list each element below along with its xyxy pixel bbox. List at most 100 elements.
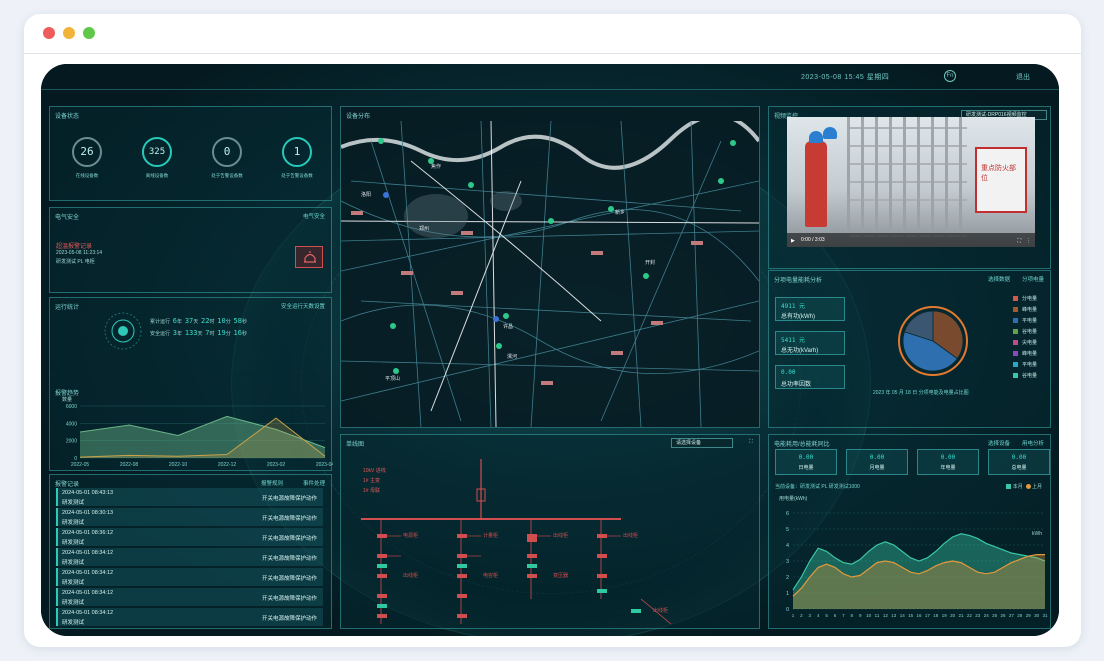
x-tick-label: 11 <box>875 613 880 618</box>
y-tick-label: 3 <box>786 559 789 565</box>
legend-swatch <box>1013 296 1018 302</box>
device-status-panel: 设备状态 26 在线设备数 325 离线设备数 0 处于告警设备数 1 处于告警… <box>49 106 332 201</box>
legend-swatch <box>1013 340 1018 346</box>
more-icon[interactable]: ⋮ <box>1026 238 1031 244</box>
panel-title: 设备状态 <box>55 114 80 120</box>
play-icon[interactable]: ▶ <box>791 238 795 244</box>
x-tick-label: 14 <box>900 613 906 618</box>
power-distribution-panel: 分项电量能耗分析 选择数据 分项电量 4911 元总有功(kWh) 5411 元… <box>768 270 1051 428</box>
maximize-dot[interactable] <box>83 27 95 39</box>
electric-safety-link[interactable]: 电气安全 <box>303 212 325 220</box>
map-label: 平顶山 <box>385 376 401 382</box>
feeder-label: 出线柜 <box>653 608 669 614</box>
ring-label: 处于告警设备数 <box>211 173 243 178</box>
map-label: 许昌 <box>503 324 514 330</box>
legend-item[interactable]: 峰电量 <box>1013 306 1037 313</box>
x-tick-label: 16 <box>916 613 922 618</box>
select-data-link[interactable]: 选择数据 <box>988 275 1010 283</box>
feeder-label: 出线柜 <box>553 533 569 539</box>
ring-label: 处于告警设备数 <box>281 173 313 178</box>
daily-energy-kpi: 0.00 日电量 <box>775 449 837 475</box>
panel-title: 设备分布 <box>346 114 371 120</box>
x-tick-label: 17 <box>925 613 931 618</box>
event-handle-link[interactable]: 事件处理 <box>303 479 325 487</box>
power-factor-stat: 0.00 总功率因数 <box>775 365 845 389</box>
single-line-diagram[interactable] <box>341 449 759 629</box>
panel-title: 电气安全 <box>55 215 80 221</box>
x-tick-label: 13 <box>891 613 897 618</box>
legend-item[interactable]: 平电量 <box>1013 317 1037 324</box>
legend-item[interactable]: 分电量 <box>1013 295 1037 302</box>
y-tick-label: 4 <box>786 543 789 549</box>
alarm-bell-button[interactable] <box>295 246 323 268</box>
legend-swatch <box>1013 318 1018 324</box>
alarm-records-panel: 报警记录 报警规则 事件处理 2024-05-01 08:43:13 研发测试 开关… <box>49 474 332 629</box>
legend-item[interactable]: 平电量 <box>1013 361 1037 368</box>
legend-item[interactable]: 谷电量 <box>1013 372 1037 379</box>
alarm-record-row[interactable]: 2024-05-01 08:34:12 研发测试 开关电源故障保护动作 <box>56 608 323 626</box>
reactive-power-stat: 5411 元总无功(kVarh) <box>775 331 845 355</box>
y-tick-label: 1 <box>786 591 789 597</box>
select-device-link[interactable]: 选择设备 <box>988 439 1010 447</box>
alarm-record-row[interactable]: 2024-05-01 08:43:13 研发测试 开关电源故障保护动作 <box>56 488 323 506</box>
fullscreen-icon[interactable]: ⛶ <box>749 439 753 446</box>
ring-label: 离线设备数 <box>145 173 169 178</box>
x-tick-label: 15 <box>908 613 914 618</box>
ring-label: 在线设备数 <box>75 173 99 178</box>
x-tick-label: 19 <box>942 613 948 618</box>
video-player[interactable]: 重点防火部位 ▶ 0:00 / 3:03 ⛶ ⋮ <box>787 117 1035 247</box>
dashboard-screen: 2023-05-08 15:45 星期四 Fn 退出 设备状态 26 在线设备数… <box>41 64 1059 636</box>
x-tick-label: 2022-08 <box>120 462 139 468</box>
feeder-label: 变压器 <box>553 573 569 579</box>
pie-legend: 分电量 峰电量 平电量 谷电量 尖电量 峰电量 平电量 谷电量 <box>1013 295 1049 385</box>
x-tick-label: 28 <box>1017 613 1023 618</box>
fullscreen-icon[interactable]: ⛶ <box>1017 238 1021 244</box>
single-line-panel: 单线图 请选择设备 ⛶ 10kV 进线 1# 主变 1# 母联 电源柜 计量柜 … <box>340 434 760 629</box>
cumulative-run-row: 累计运行 6年 37天 22时 10分 58秒 <box>150 317 247 325</box>
legend-label: 平电量 <box>1022 362 1038 368</box>
legend-swatch <box>1013 373 1018 379</box>
feeder-label: 出线柜 <box>403 573 419 579</box>
x-tick-label: 27 <box>1009 613 1015 618</box>
x-tick-label: 26 <box>1000 613 1006 618</box>
x-tick-label: 2023-04 <box>316 462 333 468</box>
map-label: 洛阳 <box>361 192 372 198</box>
alarm-record-row[interactable]: 2024-05-01 08:34:12 研发测试 开关电源故障保护动作 <box>56 568 323 586</box>
date-time: 2023-05-08 15:45 星期四 <box>801 74 890 81</box>
alarm-record-row[interactable]: 2024-05-01 08:34:12 研发测试 开关电源故障保护动作 <box>56 588 323 606</box>
x-tick-label: 2023-02 <box>267 462 286 468</box>
x-tick-label: 18 <box>933 613 939 618</box>
x-tick-label: 5 <box>825 613 828 618</box>
alarm-rules-link[interactable]: 报警规则 <box>261 479 283 487</box>
logout-link[interactable]: 退出 <box>1016 72 1030 82</box>
fire-warning-sign: 重点防火部位 <box>981 165 1016 182</box>
device-select[interactable]: 请选择设备 <box>671 438 733 448</box>
alarm-record-row[interactable]: 2024-05-01 08:34:12 研发测试 开关电源故障保护动作 <box>56 548 323 566</box>
alarm-record-row[interactable]: 2024-05-01 08:30:13 研发测试 开关电源故障保护动作 <box>56 508 323 526</box>
close-dot[interactable] <box>43 27 55 39</box>
panel-title: 运行统计 <box>55 305 80 311</box>
power-analysis-link[interactable]: 用电分析 <box>1022 439 1044 447</box>
y-axis-label: 用电量(kWh) <box>779 496 808 502</box>
map-label: 漯河 <box>507 354 518 360</box>
safe-days-setting-link[interactable]: 安全运行天数设置 <box>281 302 325 310</box>
y-tick-label: 0 <box>786 607 789 613</box>
video-time: 0:00 / 3:03 <box>801 237 825 243</box>
panel-title: 电能耗用/总能耗同比 <box>774 442 830 448</box>
alarm-device: 研发测试 PL 电柜 <box>56 259 95 265</box>
feeder-label: 出线柜 <box>623 533 639 539</box>
x-tick-label: 21 <box>958 613 964 618</box>
road-map[interactable] <box>341 121 759 427</box>
x-tick-label: 2022-10 <box>169 462 188 468</box>
operation-stats-panel: 运行统计 安全运行天数设置 累计运行 6年 37天 22时 10分 58秒 安全… <box>49 297 332 375</box>
legend-item[interactable]: 尖电量 <box>1013 339 1037 346</box>
alarm-count-ring: 0 <box>212 137 242 167</box>
x-tick-label: 2022-05 <box>71 462 90 468</box>
alarm-record-row[interactable]: 2024-05-01 08:36:12 研发测试 开关电源故障保护动作 <box>56 528 323 546</box>
fn-icon[interactable]: Fn <box>944 70 956 82</box>
legend-item[interactable]: 谷电量 <box>1013 328 1037 335</box>
legend-item[interactable]: 峰电量 <box>1013 350 1037 357</box>
x-tick-label: 31 <box>1042 613 1048 618</box>
minimize-dot[interactable] <box>63 27 75 39</box>
sub-power-link[interactable]: 分项电量 <box>1022 275 1044 283</box>
